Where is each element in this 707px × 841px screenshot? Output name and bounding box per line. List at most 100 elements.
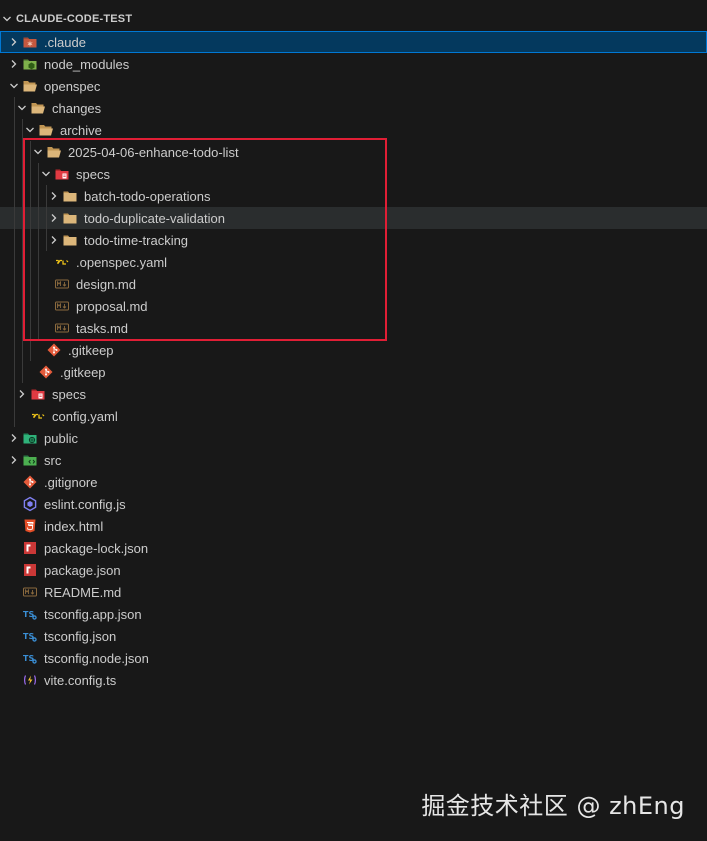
folder-icon xyxy=(62,232,78,248)
chevron-right-icon[interactable] xyxy=(14,386,30,402)
tree-item[interactable]: TS tsconfig.json xyxy=(0,625,707,647)
indent-guide xyxy=(22,273,23,295)
tree-item[interactable]: .openspec.yaml xyxy=(0,251,707,273)
indent-guide xyxy=(22,251,23,273)
indent-guide xyxy=(30,229,31,251)
tree-item-label: design.md xyxy=(76,276,136,292)
tree-item[interactable]: .claude xyxy=(0,31,707,53)
tree-item-label: config.yaml xyxy=(52,408,118,424)
chevron-down-icon xyxy=(3,16,11,22)
tree-item[interactable]: README.md xyxy=(0,581,707,603)
tree-item[interactable]: .gitkeep xyxy=(0,339,707,361)
tree-item[interactable]: batch-todo-operations xyxy=(0,185,707,207)
chevron-right-icon[interactable] xyxy=(6,34,22,50)
explorer-header[interactable]: CLAUDE-CODE-TEST xyxy=(0,9,707,29)
tree-item[interactable]: todo-time-tracking xyxy=(0,229,707,251)
tree-item-label: .claude xyxy=(44,34,86,50)
tree-item-label: todo-duplicate-validation xyxy=(84,210,225,226)
tree-item[interactable]: todo-duplicate-validation xyxy=(0,207,707,229)
indent-guide xyxy=(22,207,23,229)
tree-item-label: proposal.md xyxy=(76,298,148,314)
tree-item[interactable]: index.html xyxy=(0,515,707,537)
tree-item[interactable]: vite.config.ts xyxy=(0,669,707,691)
tree-item[interactable]: proposal.md xyxy=(0,295,707,317)
tree-item[interactable]: openspec xyxy=(0,75,707,97)
tree-item[interactable]: TS tsconfig.app.json xyxy=(0,603,707,625)
indent-guide xyxy=(14,251,15,273)
tree-item-label: todo-time-tracking xyxy=(84,232,189,248)
chevron-right-icon[interactable] xyxy=(46,188,62,204)
chevron-right-icon[interactable] xyxy=(6,56,22,72)
chevron-down-icon[interactable] xyxy=(14,100,30,116)
tree-item[interactable]: eslint.config.js xyxy=(0,493,707,515)
indent-guide xyxy=(38,251,39,273)
tree-item[interactable]: specs xyxy=(0,163,707,185)
tree-item[interactable]: config.yaml xyxy=(0,405,707,427)
indent-guide xyxy=(14,405,15,427)
tree-item[interactable]: .gitkeep xyxy=(0,361,707,383)
tree-item[interactable]: package.json xyxy=(0,559,707,581)
node-modules-folder-icon xyxy=(22,56,38,72)
tree-item-label: package.json xyxy=(44,562,121,578)
indent-guide xyxy=(22,317,23,339)
indent-guide xyxy=(22,339,23,361)
indent-guide xyxy=(38,185,39,207)
yaml-file-icon xyxy=(30,408,46,424)
tree-item[interactable]: archive xyxy=(0,119,707,141)
npm-file-icon xyxy=(22,540,38,556)
tree-item-label: batch-todo-operations xyxy=(84,188,211,204)
tree-item[interactable]: node_modules xyxy=(0,53,707,75)
specs-folder-icon xyxy=(54,166,70,182)
tree-item-label: public xyxy=(44,430,78,446)
tree-item-label: index.html xyxy=(44,518,104,534)
tree-item[interactable]: src xyxy=(0,449,707,471)
chevron-right-icon[interactable] xyxy=(6,452,22,468)
git-file-icon xyxy=(46,342,62,358)
chevron-right-icon[interactable] xyxy=(46,232,62,248)
tree-item[interactable]: .gitignore xyxy=(0,471,707,493)
indent-guide xyxy=(30,317,31,339)
indent-guide xyxy=(14,97,15,119)
markdown-file-icon xyxy=(54,320,70,336)
tree-item[interactable]: design.md xyxy=(0,273,707,295)
tree-item[interactable]: tasks.md xyxy=(0,317,707,339)
indent-guide xyxy=(46,207,47,229)
chevron-down-icon[interactable] xyxy=(6,78,22,94)
git-file-icon xyxy=(22,474,38,490)
chevron-down-icon[interactable] xyxy=(30,144,46,160)
tree-item[interactable]: package-lock.json xyxy=(0,537,707,559)
indent-guide xyxy=(46,229,47,251)
chevron-right-icon[interactable] xyxy=(46,210,62,226)
markdown-file-icon xyxy=(54,298,70,314)
tree-item[interactable]: public xyxy=(0,427,707,449)
chevron-right-icon[interactable] xyxy=(6,430,22,446)
indent-guide xyxy=(30,141,31,163)
watermark: 掘金技术社区 @ zhEng xyxy=(421,792,685,820)
tree-item-label: specs xyxy=(76,166,110,182)
folder-open-icon xyxy=(46,144,62,160)
vite-file-icon xyxy=(22,672,38,688)
indent-guide xyxy=(22,229,23,251)
tree-item[interactable]: 2025-04-06-enhance-todo-list xyxy=(0,141,707,163)
tree-item[interactable]: specs xyxy=(0,383,707,405)
tree-item-label: eslint.config.js xyxy=(44,496,126,512)
chevron-down-icon[interactable] xyxy=(38,166,54,182)
indent-guide xyxy=(14,207,15,229)
chevron-down-icon[interactable] xyxy=(22,122,38,138)
tree-item[interactable]: changes xyxy=(0,97,707,119)
indent-guide xyxy=(38,229,39,251)
indent-guide xyxy=(14,339,15,361)
tree-item[interactable]: TS tsconfig.node.json xyxy=(0,647,707,669)
tree-item-label: openspec xyxy=(44,78,101,94)
explorer-title: CLAUDE-CODE-TEST xyxy=(16,13,133,25)
tree-item-label: .gitkeep xyxy=(68,342,114,358)
tree-item-label: archive xyxy=(60,122,102,138)
indent-guide xyxy=(22,119,23,141)
indent-guide xyxy=(14,185,15,207)
tree-item-label: README.md xyxy=(44,584,122,600)
